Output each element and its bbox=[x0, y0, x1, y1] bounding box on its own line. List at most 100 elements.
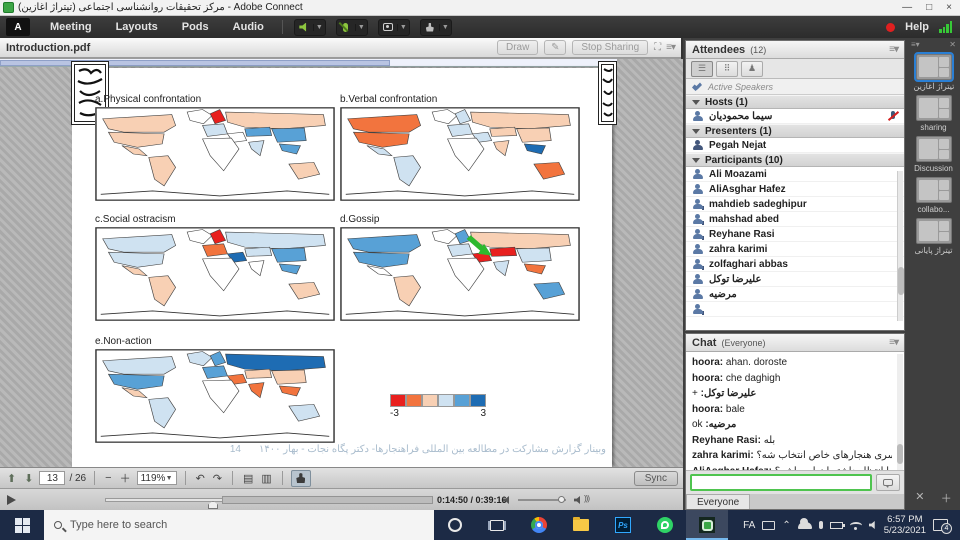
tray-volume-icon[interactable] bbox=[869, 521, 877, 529]
onedrive-icon[interactable] bbox=[798, 522, 812, 529]
rotate-right-icon[interactable]: ↷ bbox=[211, 472, 224, 485]
attendee-group-header[interactable]: Presenters (1) bbox=[686, 124, 904, 138]
microphone-dropdown[interactable]: ▼ bbox=[355, 24, 367, 31]
attendee-avatar-mobile-icon bbox=[692, 304, 703, 315]
attendee-row[interactable]: Pegah Nejat bbox=[686, 138, 904, 153]
stop-sharing-button[interactable]: Stop Sharing bbox=[572, 40, 648, 55]
file-explorer-button[interactable] bbox=[560, 510, 602, 540]
zoom-in-button[interactable]: ＋ bbox=[118, 470, 133, 486]
chat-scrollbar[interactable] bbox=[897, 354, 903, 474]
layout-thumbnail[interactable]: collabo... bbox=[914, 177, 954, 214]
attendee-row[interactable]: zolfaghari abbas bbox=[686, 257, 904, 272]
chat-tab-everyone[interactable]: Everyone bbox=[686, 494, 750, 509]
menu-audio[interactable]: Audio bbox=[221, 21, 276, 33]
hidden-icons-chevron[interactable]: ⌃ bbox=[782, 520, 790, 531]
speaker-icon bbox=[299, 23, 308, 32]
layouts-menu-icon[interactable]: ≡▾ bbox=[911, 40, 920, 48]
attendees-pod-menu-icon[interactable]: ≡▾ bbox=[889, 44, 898, 55]
layout-thumbnail[interactable]: تیتراژ آغازین bbox=[914, 54, 954, 91]
layout-thumbnail[interactable]: Discussion bbox=[914, 136, 954, 173]
layout-thumbnail[interactable]: sharing bbox=[914, 95, 954, 132]
pen-tool-button[interactable]: ✎ bbox=[544, 40, 566, 55]
attendees-scrollbar[interactable] bbox=[897, 171, 903, 321]
delete-layout-button[interactable]: ✕ bbox=[915, 490, 924, 506]
webcam-dropdown[interactable]: ▼ bbox=[397, 24, 409, 31]
zoom-level-select[interactable]: 119%▼ bbox=[137, 471, 177, 485]
attendee-row[interactable]: علیرضا توکل bbox=[686, 272, 904, 287]
page-number-input[interactable]: 13 bbox=[39, 471, 65, 485]
attendee-group-header[interactable]: Hosts (1) bbox=[686, 95, 904, 109]
speaker-button[interactable]: ▼ bbox=[294, 19, 326, 36]
draw-button[interactable]: Draw bbox=[497, 40, 538, 55]
chat-pod-menu-icon[interactable]: ≡▾ bbox=[889, 337, 898, 348]
adobe-connect-taskbar-button[interactable] bbox=[686, 510, 728, 540]
photoshop-button[interactable]: Ps bbox=[602, 510, 644, 540]
photoshop-icon: Ps bbox=[615, 517, 631, 533]
zoom-out-button[interactable]: − bbox=[103, 472, 113, 484]
maximize-button[interactable]: □ bbox=[926, 2, 932, 13]
chat-input[interactable] bbox=[690, 474, 872, 491]
layouts-close-icon[interactable]: ✕ bbox=[949, 40, 956, 48]
attendee-avatar-mobile-icon bbox=[692, 229, 703, 240]
menu-layouts[interactable]: Layouts bbox=[104, 21, 170, 33]
whatsapp-button[interactable] bbox=[644, 510, 686, 540]
attendee-avatar-mobile-icon bbox=[692, 259, 703, 270]
tray-microphone-icon[interactable] bbox=[819, 521, 823, 529]
speaker-dropdown[interactable]: ▼ bbox=[313, 24, 325, 31]
attendee-row[interactable]: mahdieb sadeghipur bbox=[686, 197, 904, 212]
notification-badge: 4 bbox=[941, 523, 952, 534]
close-button[interactable]: × bbox=[946, 2, 952, 13]
attendees-count: (12) bbox=[750, 45, 766, 55]
attendee-row[interactable]: zahra karimi bbox=[686, 242, 904, 257]
layout-thumbnail[interactable]: تیتراژ پایانی bbox=[914, 218, 954, 255]
start-button[interactable] bbox=[0, 510, 44, 540]
fullscreen-icon[interactable]: ⛶ bbox=[654, 42, 660, 53]
speaker-output-icon[interactable] bbox=[574, 496, 582, 504]
action-center-icon[interactable]: 4 bbox=[933, 519, 948, 531]
taskbar-search[interactable]: Type here to search bbox=[44, 510, 434, 540]
window-title: مرکز تحقیقات روانشناسی اجتماعی (تیتراژ آ… bbox=[18, 2, 902, 13]
attendee-row[interactable] bbox=[686, 302, 904, 317]
task-view-button[interactable] bbox=[476, 510, 518, 540]
raise-hand-button[interactable]: ▼ bbox=[420, 19, 452, 36]
attendee-row[interactable]: mahshad abed bbox=[686, 212, 904, 227]
help-menu[interactable]: Help bbox=[905, 21, 929, 33]
play-button[interactable] bbox=[7, 495, 16, 505]
attendee-row[interactable]: Ali Moazami bbox=[686, 167, 904, 182]
hand-tool-button[interactable] bbox=[291, 470, 311, 487]
menu-pods[interactable]: Pods bbox=[170, 21, 221, 33]
chat-message: hoora: che daghigh bbox=[692, 371, 892, 387]
webcam-button[interactable]: ▼ bbox=[378, 19, 410, 36]
grid-view-button[interactable]: ⠿ bbox=[716, 61, 738, 77]
share-pod-menu-icon[interactable]: ≡▾ bbox=[666, 42, 675, 53]
taskbar-clock[interactable]: 6:57 PM 5/23/2021 bbox=[884, 514, 926, 536]
battery-icon[interactable] bbox=[830, 522, 843, 529]
cortana-button[interactable] bbox=[434, 510, 476, 540]
list-view-button[interactable]: ☰ bbox=[691, 61, 713, 77]
send-message-button[interactable] bbox=[876, 474, 900, 491]
continuous-view-icon[interactable]: ▥ bbox=[259, 472, 273, 485]
add-layout-button[interactable]: ＋ bbox=[941, 490, 952, 506]
attendee-row[interactable]: مرضیه bbox=[686, 287, 904, 302]
sync-button[interactable]: Sync bbox=[634, 471, 678, 486]
raise-hand-dropdown[interactable]: ▼ bbox=[439, 24, 451, 31]
single-page-view-icon[interactable]: ▤ bbox=[241, 472, 255, 485]
menu-meeting[interactable]: Meeting bbox=[38, 21, 104, 33]
chrome-taskbar-button[interactable] bbox=[518, 510, 560, 540]
previous-page-button[interactable]: ⬆ bbox=[5, 472, 18, 485]
map-title: e.Non-action bbox=[95, 336, 337, 347]
language-indicator[interactable]: FA bbox=[743, 520, 755, 531]
microphone-button[interactable]: ▼ bbox=[336, 19, 368, 36]
volume-knob[interactable] bbox=[558, 496, 565, 503]
attendee-row[interactable]: Reyhane Rasi bbox=[686, 227, 904, 242]
touch-keyboard-icon[interactable] bbox=[762, 521, 775, 530]
seek-position-marker[interactable] bbox=[208, 501, 218, 509]
rotate-left-icon[interactable]: ↶ bbox=[194, 472, 207, 485]
minimize-button[interactable]: — bbox=[902, 2, 912, 13]
wifi-icon[interactable] bbox=[850, 522, 862, 529]
attendee-group-header[interactable]: Participants (10) bbox=[686, 153, 904, 167]
attendee-row[interactable]: AliAsghar Hafez bbox=[686, 182, 904, 197]
next-page-button[interactable]: ⬇ bbox=[22, 472, 35, 485]
attendee-row[interactable]: سیما محمودیان bbox=[686, 109, 904, 124]
status-view-button[interactable]: ♟ bbox=[741, 61, 763, 77]
